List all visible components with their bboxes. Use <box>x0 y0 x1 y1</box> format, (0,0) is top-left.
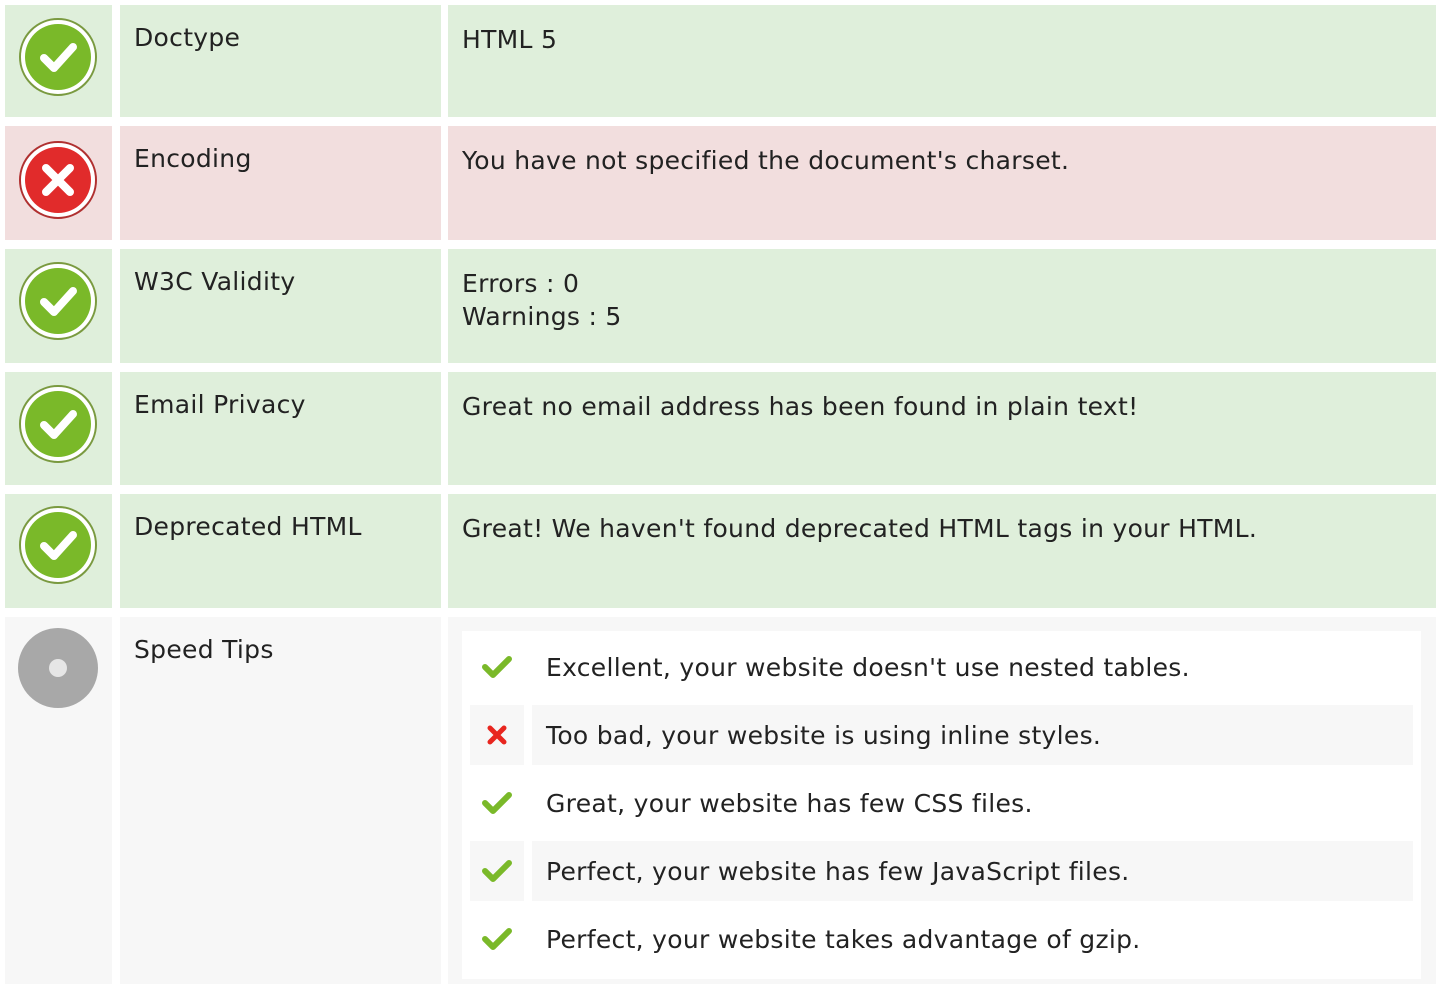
check-icon <box>470 637 524 697</box>
cross-icon <box>470 705 524 765</box>
check-icon <box>470 773 524 833</box>
speed-tips-list: Excellent, your website doesn't use nest… <box>462 631 1421 979</box>
row-label-cell: W3C Validity <box>120 249 441 363</box>
row-label: Deprecated HTML <box>134 512 362 541</box>
row-label-cell: Speed Tips <box>120 617 441 984</box>
pass-check-icon <box>18 261 98 341</box>
row-value: Great no email address has been found in… <box>462 390 1138 423</box>
speed-tip-text: Excellent, your website doesn't use nest… <box>546 652 1190 682</box>
row-label: Encoding <box>134 144 252 173</box>
row-value-cell: Errors : 0 Warnings : 5 <box>448 249 1436 363</box>
errors-count: Errors : 0 <box>462 269 580 298</box>
row-label: Speed Tips <box>134 635 274 664</box>
row-label: W3C Validity <box>134 267 296 296</box>
row-value-cell: Great no email address has been found in… <box>448 372 1436 485</box>
status-cell <box>5 249 112 363</box>
value-line: HTML 5 <box>462 25 558 54</box>
speed-tip-text: Great, your website has few CSS files. <box>546 788 1033 818</box>
speed-tip-item: Excellent, your website doesn't use nest… <box>470 637 1413 697</box>
row-value-cell: HTML 5 <box>448 5 1436 117</box>
row-value-cell: You have not specified the document's ch… <box>448 126 1436 240</box>
status-cell <box>5 617 112 984</box>
speed-tip-item: Great, your website has few CSS files. <box>470 773 1413 833</box>
row-label-cell: Deprecated HTML <box>120 494 441 608</box>
pass-check-icon <box>18 17 98 97</box>
row-label-cell: Email Privacy <box>120 372 441 485</box>
row-label: Doctype <box>134 23 241 52</box>
row-value: Great! We haven't found deprecated HTML … <box>462 512 1257 545</box>
fail-cross-icon <box>18 140 98 220</box>
speed-tip-text: Perfect, your website has few JavaScript… <box>532 841 1413 901</box>
speed-tip-text: Too bad, your website is using inline st… <box>532 705 1413 765</box>
pass-check-icon <box>18 505 98 585</box>
speed-tip-item: Too bad, your website is using inline st… <box>470 705 1413 765</box>
row-value: You have not specified the document's ch… <box>462 144 1069 177</box>
value-line: Great no email address has been found in… <box>462 392 1139 421</box>
speed-tip-item: Perfect, your website has few JavaScript… <box>470 841 1413 901</box>
pass-check-icon <box>18 384 98 464</box>
check-icon <box>470 841 524 901</box>
warnings-count: Warnings : 5 <box>462 302 622 331</box>
value-line: Great! We haven't found deprecated HTML … <box>462 514 1258 543</box>
row-label: Email Privacy <box>134 390 306 419</box>
status-cell <box>5 372 112 485</box>
row-value: HTML 5 <box>462 23 557 56</box>
info-dot-icon <box>18 628 98 708</box>
row-value: Errors : 0 Warnings : 5 <box>462 267 622 333</box>
status-cell <box>5 494 112 608</box>
row-value-cell: Excellent, your website doesn't use nest… <box>448 617 1436 984</box>
speed-tip-text: Perfect, your website takes advantage of… <box>546 924 1141 954</box>
check-icon <box>470 909 524 969</box>
speed-tip-item: Perfect, your website takes advantage of… <box>470 909 1413 969</box>
row-label-cell: Doctype <box>120 5 441 117</box>
status-cell <box>5 5 112 117</box>
row-value-cell: Great! We haven't found deprecated HTML … <box>448 494 1436 608</box>
status-cell <box>5 126 112 240</box>
row-label-cell: Encoding <box>120 126 441 240</box>
value-line: You have not specified the document's ch… <box>462 146 1070 175</box>
